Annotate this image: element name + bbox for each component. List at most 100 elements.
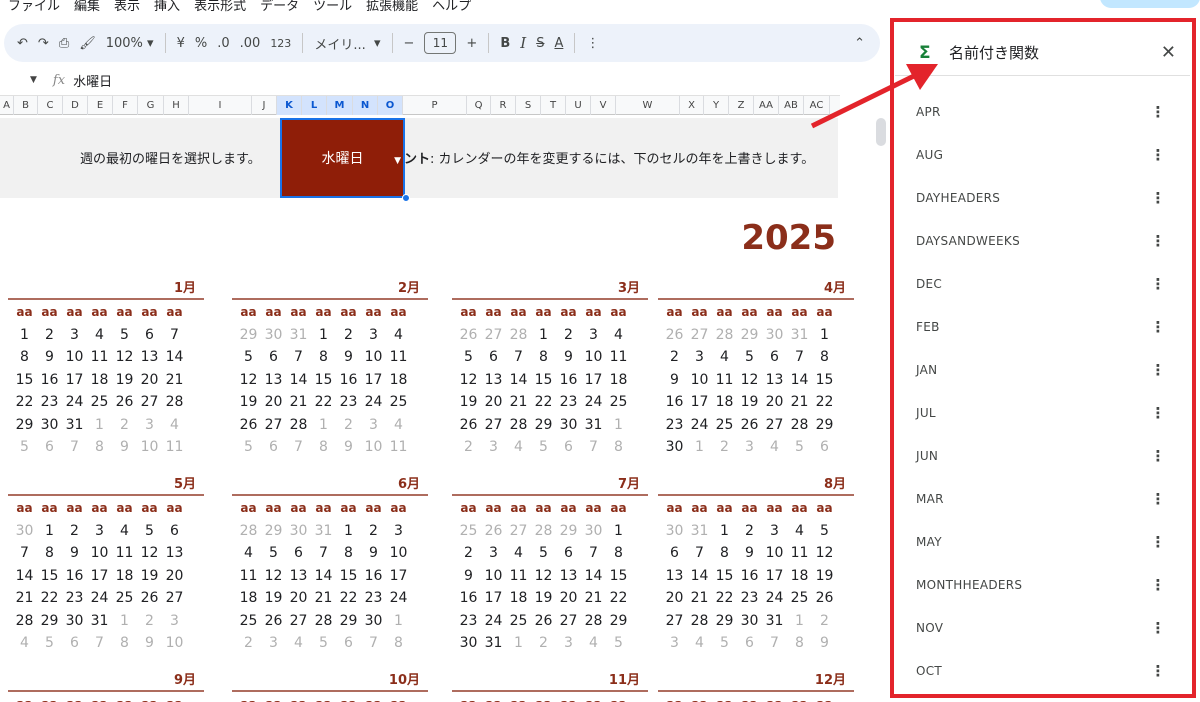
day-cell[interactable]: 24 xyxy=(386,587,411,609)
day-cell[interactable]: 30 xyxy=(556,414,581,436)
day-cell[interactable]: 2 xyxy=(62,520,87,542)
more-vert-icon[interactable]: ⋮ xyxy=(1146,576,1170,594)
adjacent-month-day[interactable]: 1 xyxy=(112,610,137,632)
day-cell[interactable]: 16 xyxy=(556,369,581,391)
day-cell[interactable]: 16 xyxy=(336,369,361,391)
day-cell[interactable]: 21 xyxy=(12,587,37,609)
day-cell[interactable]: 21 xyxy=(311,587,336,609)
adjacent-month-day[interactable]: 26 xyxy=(662,324,687,346)
adjacent-month-day[interactable]: 27 xyxy=(481,324,506,346)
adjacent-month-day[interactable]: 26 xyxy=(456,324,481,346)
adjacent-month-day[interactable]: 1 xyxy=(311,414,336,436)
day-cell[interactable]: 23 xyxy=(62,587,87,609)
adjacent-month-day[interactable]: 3 xyxy=(361,414,386,436)
adjacent-month-day[interactable]: 7 xyxy=(87,632,112,654)
day-cell[interactable]: 30 xyxy=(361,610,386,632)
day-cell[interactable]: 2 xyxy=(336,324,361,346)
day-cell[interactable]: 20 xyxy=(162,565,187,587)
adjacent-month-day[interactable]: 1 xyxy=(606,414,631,436)
adjacent-month-day[interactable]: 29 xyxy=(556,520,581,542)
adjacent-month-day[interactable]: 30 xyxy=(762,324,787,346)
day-cell[interactable]: 31 xyxy=(581,414,606,436)
adjacent-month-day[interactable]: 10 xyxy=(137,436,162,458)
day-cell[interactable]: 5 xyxy=(456,346,481,368)
day-cell[interactable]: 15 xyxy=(37,565,62,587)
day-cell[interactable]: 30 xyxy=(737,610,762,632)
named-function-item[interactable]: DEC ⋮ xyxy=(895,262,1190,305)
named-function-item[interactable]: FEB ⋮ xyxy=(895,305,1190,348)
column-header-s[interactable]: S xyxy=(516,96,541,115)
day-cell[interactable]: 3 xyxy=(762,520,787,542)
adjacent-month-day[interactable]: 9 xyxy=(336,436,361,458)
day-cell[interactable]: 8 xyxy=(311,346,336,368)
adjacent-month-day[interactable]: 6 xyxy=(37,436,62,458)
day-cell[interactable]: 27 xyxy=(662,610,687,632)
column-header-f[interactable]: F xyxy=(113,96,138,115)
day-cell[interactable]: 21 xyxy=(787,391,812,413)
day-cell[interactable]: 29 xyxy=(37,610,62,632)
adjacent-month-day[interactable]: 5 xyxy=(787,436,812,458)
day-cell[interactable]: 16 xyxy=(62,565,87,587)
day-cell[interactable]: 18 xyxy=(87,369,112,391)
adjacent-month-day[interactable]: 26 xyxy=(481,520,506,542)
day-cell[interactable]: 23 xyxy=(737,587,762,609)
day-cell[interactable]: 24 xyxy=(762,587,787,609)
column-header-t[interactable]: T xyxy=(541,96,566,115)
day-cell[interactable]: 12 xyxy=(456,369,481,391)
day-cell[interactable]: 10 xyxy=(481,565,506,587)
column-header-l[interactable]: L xyxy=(302,96,327,115)
adjacent-month-day[interactable]: 28 xyxy=(712,324,737,346)
more-vert-icon[interactable]: ⋮ xyxy=(1146,318,1170,336)
adjacent-month-day[interactable]: 5 xyxy=(12,436,37,458)
day-cell[interactable]: 31 xyxy=(481,632,506,654)
column-header-c[interactable]: C xyxy=(38,96,63,115)
day-cell[interactable]: 5 xyxy=(236,346,261,368)
day-cell[interactable]: 11 xyxy=(236,565,261,587)
italic-button[interactable]: I xyxy=(515,29,531,57)
more-vert-icon[interactable]: ⋮ xyxy=(1146,361,1170,379)
day-cell[interactable]: 21 xyxy=(162,369,187,391)
day-cell[interactable]: 2 xyxy=(456,542,481,564)
day-cell[interactable]: 10 xyxy=(762,542,787,564)
more-vert-icon[interactable]: ⋮ xyxy=(1146,619,1170,637)
column-header-x[interactable]: X xyxy=(680,96,704,115)
day-cell[interactable]: 11 xyxy=(506,565,531,587)
day-cell[interactable]: 2 xyxy=(662,346,687,368)
day-cell[interactable]: 3 xyxy=(386,520,411,542)
day-cell[interactable]: 28 xyxy=(787,414,812,436)
column-header-y[interactable]: Y xyxy=(704,96,729,115)
day-cell[interactable]: 26 xyxy=(137,587,162,609)
menu-format[interactable]: 表示形式 xyxy=(194,0,246,18)
more-vert-icon[interactable]: ⋮ xyxy=(581,29,604,57)
formula-input[interactable]: 水曜日 xyxy=(73,71,112,90)
text-color-button[interactable]: A xyxy=(549,29,568,57)
day-cell[interactable]: 8 xyxy=(336,542,361,564)
day-cell[interactable]: 3 xyxy=(687,346,712,368)
day-cell[interactable]: 26 xyxy=(531,610,556,632)
day-cell[interactable]: 28 xyxy=(687,610,712,632)
day-cell[interactable]: 19 xyxy=(137,565,162,587)
day-cell[interactable]: 11 xyxy=(712,369,737,391)
day-cell[interactable]: 28 xyxy=(581,610,606,632)
day-cell[interactable]: 10 xyxy=(87,542,112,564)
more-vert-icon[interactable]: ⋮ xyxy=(1146,146,1170,164)
day-cell[interactable]: 27 xyxy=(162,587,187,609)
day-cell[interactable]: 3 xyxy=(481,542,506,564)
day-cell[interactable]: 1 xyxy=(311,324,336,346)
menu-help[interactable]: ヘルプ xyxy=(432,0,471,18)
adjacent-month-day[interactable]: 28 xyxy=(531,520,556,542)
adjacent-month-day[interactable]: 3 xyxy=(162,610,187,632)
undo-icon[interactable]: ↶ xyxy=(12,29,33,57)
adjacent-month-day[interactable]: 7 xyxy=(62,436,87,458)
adjacent-month-day[interactable]: 7 xyxy=(762,632,787,654)
day-cell[interactable]: 19 xyxy=(812,565,837,587)
named-function-item[interactable]: MAY ⋮ xyxy=(895,520,1190,563)
adjacent-month-day[interactable]: 6 xyxy=(261,436,286,458)
adjacent-month-day[interactable]: 4 xyxy=(506,436,531,458)
adjacent-month-day[interactable]: 9 xyxy=(812,632,837,654)
day-cell[interactable]: 22 xyxy=(712,587,737,609)
day-cell[interactable]: 19 xyxy=(737,391,762,413)
day-cell[interactable]: 19 xyxy=(261,587,286,609)
adjacent-month-day[interactable]: 3 xyxy=(137,414,162,436)
day-cell[interactable]: 14 xyxy=(12,565,37,587)
